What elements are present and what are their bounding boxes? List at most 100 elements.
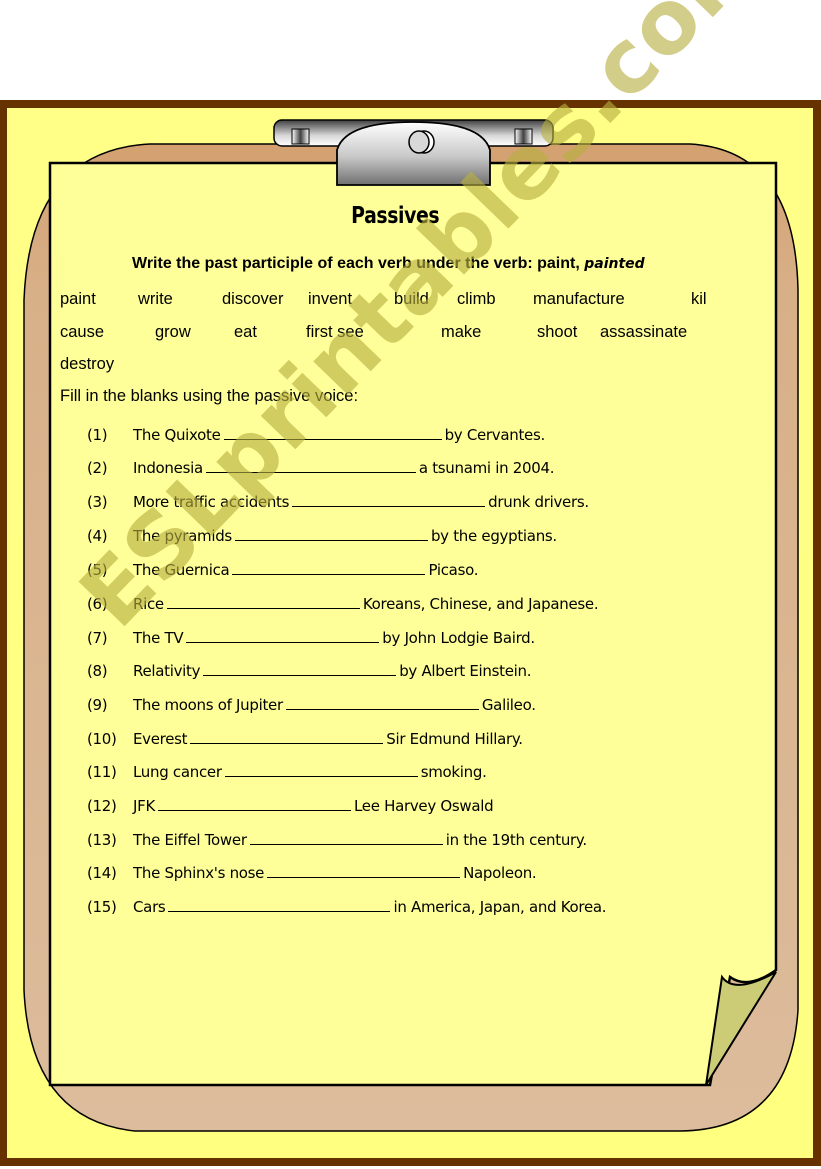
item-subject: The pyramids <box>133 527 232 545</box>
item-number: (14) <box>87 864 117 882</box>
item-number: (8) <box>87 662 108 680</box>
answer-blank[interactable] <box>223 427 442 440</box>
answer-blank[interactable] <box>186 630 380 643</box>
clip-slot-left <box>291 128 310 145</box>
item-subject: Cars <box>133 898 166 916</box>
clipboard-illustration <box>23 119 799 1132</box>
instruction-main: Write the past participle of each verb u… <box>132 255 585 272</box>
item-ending: in America, Japan, and Korea. <box>393 898 607 916</box>
answer-blank[interactable] <box>249 832 443 845</box>
item-number: (4) <box>87 527 108 545</box>
clip-slot-right <box>514 128 533 145</box>
exercise-item: (5) The Guernica Picaso. <box>87 561 478 579</box>
exercise-item: (12) JFK Lee Harvey Oswald <box>87 797 494 815</box>
answer-blank[interactable] <box>168 899 391 912</box>
fill-in-heading: Fill in the blanks using the passive voi… <box>60 387 359 405</box>
exercise-item: (8) Relativity by Albert Einstein. <box>87 662 531 680</box>
verb-item: write <box>138 290 173 308</box>
item-ending: Picaso. <box>428 561 479 579</box>
verb-item: climb <box>457 290 496 308</box>
answer-blank[interactable] <box>190 731 384 744</box>
answer-blank[interactable] <box>232 562 426 575</box>
item-subject: Indonesia <box>133 459 203 477</box>
answer-blank[interactable] <box>166 596 360 609</box>
item-number: (7) <box>87 629 108 647</box>
verb-item: grow <box>155 323 191 341</box>
item-subject: The Guernica <box>133 561 230 579</box>
item-subject: The Quixote <box>133 426 221 444</box>
item-ending: smoking. <box>420 763 487 781</box>
item-subject: The Sphinx's nose <box>133 864 265 882</box>
answer-blank[interactable] <box>224 764 418 777</box>
item-number: (6) <box>87 595 108 613</box>
item-subject: JFK <box>133 797 155 815</box>
item-ending: a tsunami in 2004. <box>418 459 555 477</box>
item-number: (12) <box>87 797 117 815</box>
clip-front <box>336 121 491 186</box>
item-subject: The moons of Jupiter <box>133 696 283 714</box>
item-ending: Lee Harvey Oswald <box>354 797 494 815</box>
item-number: (2) <box>87 459 108 477</box>
verb-item: shoot <box>537 323 578 341</box>
verb-item: build <box>394 290 429 308</box>
item-subject: The Eiffel Tower <box>133 831 247 849</box>
verb-item: cause <box>60 323 105 341</box>
item-ending: by the egyptians. <box>430 527 557 545</box>
verb-item: paint <box>60 290 96 308</box>
verb-item: kil <box>691 290 707 308</box>
item-number: (5) <box>87 561 108 579</box>
item-ending: Sir Edmund Hillary. <box>386 730 523 748</box>
item-subject: The TV <box>133 629 184 647</box>
exercise-item: (4) The pyramids by the egyptians. <box>87 527 557 545</box>
item-number: (1) <box>87 426 108 444</box>
item-ending: by John Lodgie Baird. <box>382 629 535 647</box>
exercise-item: (7) The TV by John Lodgie Baird. <box>87 629 535 647</box>
verb-item: manufacture <box>533 290 625 308</box>
item-number: (13) <box>87 831 117 849</box>
item-subject: Everest <box>133 730 188 748</box>
item-number: (9) <box>87 696 108 714</box>
answer-blank[interactable] <box>267 865 461 878</box>
exercise-item: (14) The Sphinx's nose Napoleon. <box>87 864 537 882</box>
exercise-item: (6) Rice Koreans, Chinese, and Japanese. <box>87 595 599 613</box>
instruction-example: painted <box>584 256 645 272</box>
verb-item: assassinate <box>600 323 688 341</box>
verb-item: eat <box>234 323 257 341</box>
item-subject: Rice <box>133 595 164 613</box>
item-number: (15) <box>87 898 117 916</box>
answer-blank[interactable] <box>205 460 416 473</box>
answer-blank[interactable] <box>292 494 486 507</box>
item-ending: Koreans, Chinese, and Japanese. <box>362 595 599 613</box>
verb-item: make <box>441 323 482 341</box>
answer-blank[interactable] <box>234 528 428 541</box>
item-ending: drunk drivers. <box>488 493 589 511</box>
item-subject: Relativity <box>133 662 201 680</box>
item-ending: in the 19th century. <box>445 831 587 849</box>
item-ending: by Albert Einstein. <box>399 662 532 680</box>
exercise-item: (13) The Eiffel Tower in the 19th century. <box>87 831 587 849</box>
exercise-item: (11) Lung cancer smoking. <box>87 763 487 781</box>
item-ending: by Cervantes. <box>444 426 546 444</box>
item-subject: More traffic accidents <box>133 493 290 511</box>
item-ending: Napoleon. <box>463 864 537 882</box>
exercise-item: (3) More traffic accidents drunk drivers. <box>87 493 589 511</box>
answer-blank[interactable] <box>158 798 351 811</box>
item-number: (11) <box>87 763 117 781</box>
exercise-item: (2) Indonesia a tsunami in 2004. <box>87 459 555 477</box>
answer-blank[interactable] <box>203 663 397 676</box>
clip-rivet <box>408 130 430 154</box>
verb-item: invent <box>308 290 353 308</box>
exercise-item: (10) Everest Sir Edmund Hillary. <box>87 730 523 748</box>
verb-item: first see <box>306 323 364 341</box>
exercise-item: (15) Cars in America, Japan, and Korea. <box>87 898 607 916</box>
instruction-text: Write the past participle of each verb u… <box>132 255 645 273</box>
answer-blank[interactable] <box>285 697 479 710</box>
exercise-item: (1) The Quixote by Cervantes. <box>87 426 545 444</box>
item-number: (10) <box>87 730 117 748</box>
exercise-item: (9) The moons of Jupiter Galileo. <box>87 696 536 714</box>
item-ending: Galileo. <box>481 696 536 714</box>
item-subject: Lung cancer <box>133 763 222 781</box>
verb-item: destroy <box>60 355 115 373</box>
worksheet-title: Passives <box>351 203 440 229</box>
item-number: (3) <box>87 493 108 511</box>
